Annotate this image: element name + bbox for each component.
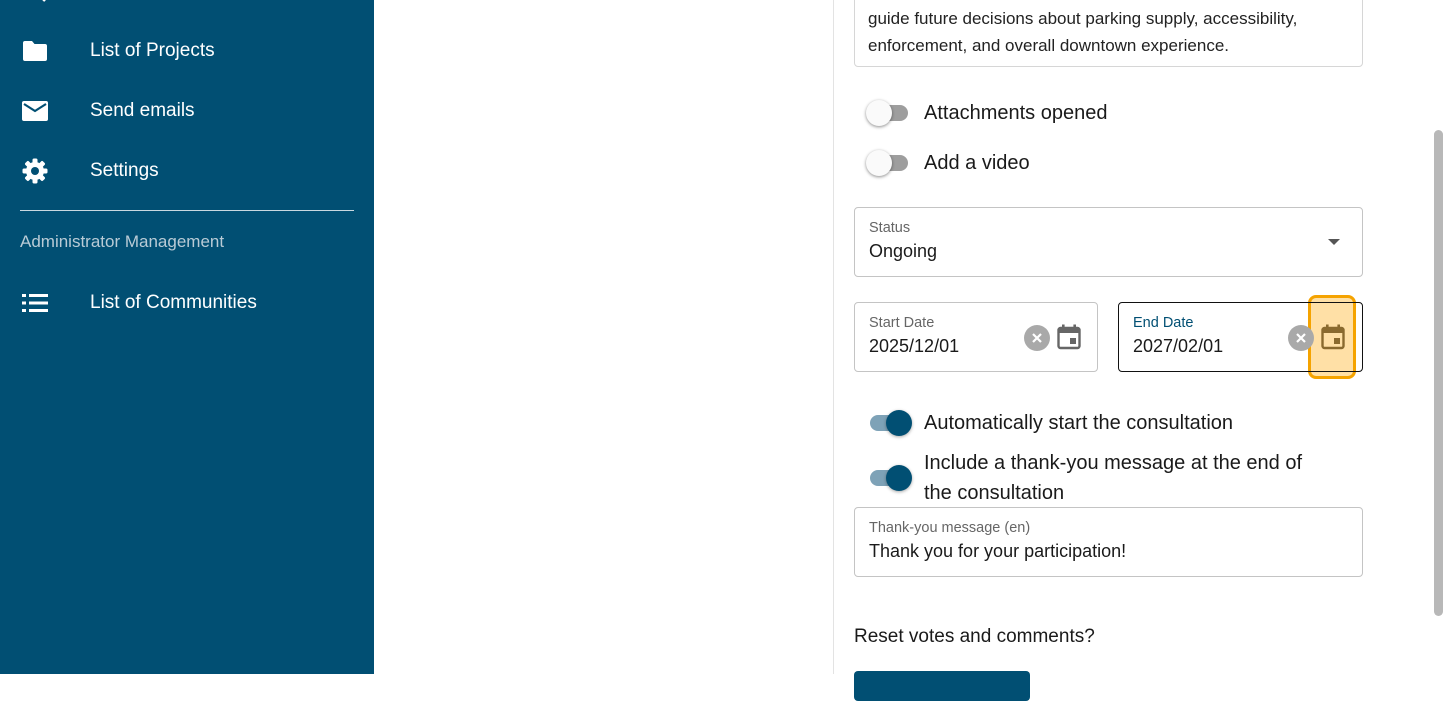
start-date-field[interactable]: Start Date 2025/12/01 xyxy=(854,302,1098,372)
chevron-down-icon xyxy=(1328,239,1340,245)
auto-start-toggle-label: Automatically start the consultation xyxy=(924,412,1234,434)
panel-divider xyxy=(833,0,834,674)
sidebar-item-send-emails[interactable]: Send emails xyxy=(0,83,374,139)
folder-icon xyxy=(22,38,48,64)
video-toggle[interactable] xyxy=(864,149,912,177)
sidebar-item-projects[interactable]: List of Projects xyxy=(0,23,374,79)
sidebar-item-label: List of Projects xyxy=(90,40,215,61)
status-value: Ongoing xyxy=(869,241,938,261)
gear-icon xyxy=(22,158,48,184)
status-select[interactable]: Status Ongoing xyxy=(854,207,1363,277)
sidebar-item-label: Settings xyxy=(90,160,159,181)
thank-you-message-value: Thank you for your participation! xyxy=(869,541,1127,561)
sidebar-item-label: Send emails xyxy=(90,100,195,121)
sidebar-item-label: List of Communities xyxy=(90,292,257,313)
section-title-admin: Administrator Management xyxy=(20,232,225,251)
auto-start-toggle[interactable] xyxy=(864,409,912,437)
thank-you-message-field[interactable]: Thank-you message (en) Thank you for you… xyxy=(854,507,1363,577)
sidebar-divider xyxy=(20,210,354,211)
auto-start-toggle-row: Automatically start the consultation xyxy=(864,408,1233,438)
end-date-label: End Date xyxy=(1133,315,1194,331)
clear-end-date-icon[interactable] xyxy=(1288,325,1314,351)
thank-you-toggle-label: Include a thank-you message at the end o… xyxy=(924,452,1303,504)
search-icon xyxy=(42,0,46,2)
video-toggle-row: Add a video xyxy=(864,148,1030,178)
attachments-toggle-label: Attachments opened xyxy=(924,102,1108,124)
calendar-icon[interactable] xyxy=(1319,323,1347,351)
sidebar: List of Projects Send emails Settings Ad… xyxy=(0,0,374,674)
attachments-toggle[interactable] xyxy=(864,99,912,127)
list-icon xyxy=(22,290,48,316)
status-label: Status xyxy=(869,220,911,236)
scrollbar-thumb[interactable] xyxy=(1434,130,1443,616)
end-date-value: 2027/02/01 xyxy=(1133,336,1224,356)
clear-start-date-icon[interactable] xyxy=(1024,325,1050,351)
envelope-icon xyxy=(22,98,48,124)
sidebar-item-communities[interactable]: List of Communities xyxy=(0,275,374,331)
reset-votes-label: Reset votes and comments? xyxy=(854,626,1095,647)
start-date-label: Start Date xyxy=(869,315,935,331)
start-date-value: 2025/12/01 xyxy=(869,336,960,356)
sidebar-item-settings[interactable]: Settings xyxy=(0,143,374,199)
attachments-toggle-row: Attachments opened xyxy=(864,98,1107,128)
description-text: guide future decisions about parking sup… xyxy=(868,9,1298,55)
thank-you-toggle-row: Include a thank-you message at the end o… xyxy=(864,448,1334,508)
end-date-field[interactable]: End Date 2027/02/01 xyxy=(1118,302,1363,372)
description-textarea[interactable]: guide future decisions about parking sup… xyxy=(854,0,1363,67)
reset-button[interactable] xyxy=(854,671,1030,701)
calendar-icon[interactable] xyxy=(1055,323,1083,351)
thank-you-toggle[interactable] xyxy=(864,464,912,492)
thank-you-message-label: Thank-you message (en) xyxy=(869,520,1031,536)
video-toggle-label: Add a video xyxy=(924,152,1030,174)
